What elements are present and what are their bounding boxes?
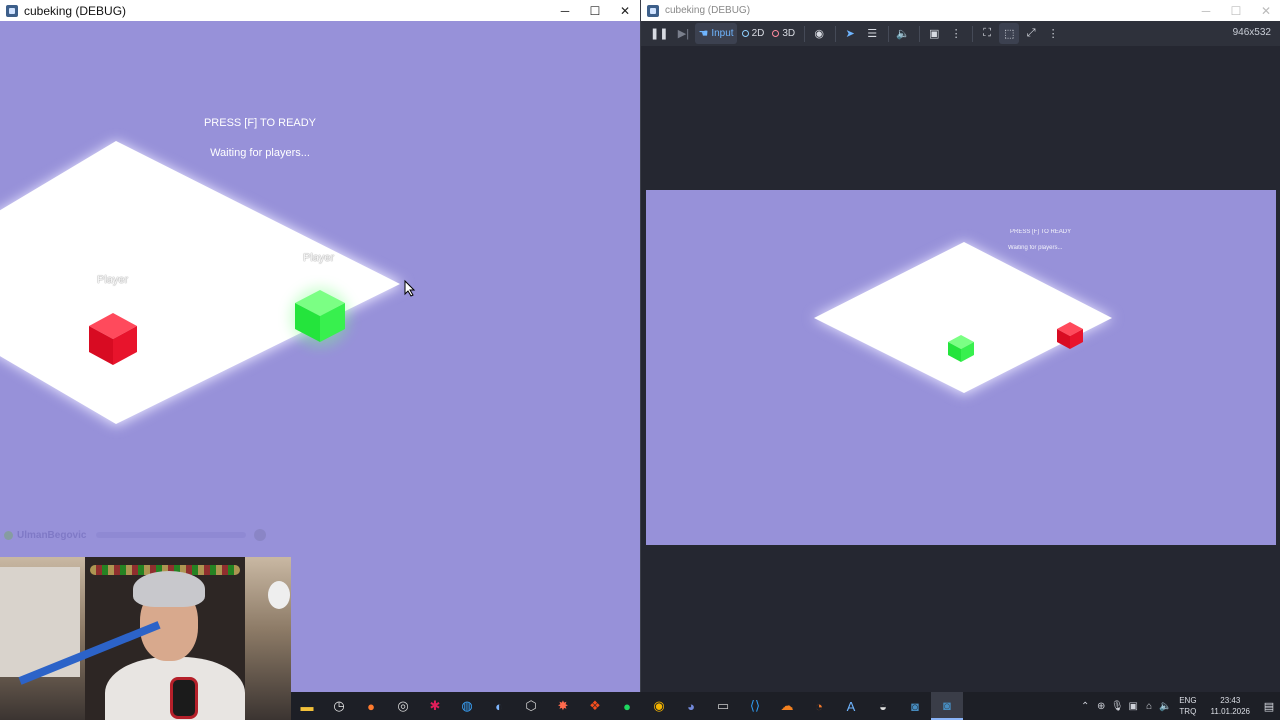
webcam-wall-frame [268, 581, 290, 609]
ring-icon [772, 30, 780, 37]
file-explorer-icon[interactable]: ▬ [291, 692, 323, 720]
clock-app-icon[interactable]: ◷ [323, 692, 355, 720]
maximize-button[interactable]: ☐ [1221, 0, 1251, 21]
keep-aspect-icon[interactable]: ⬚ [999, 23, 1020, 44]
clock-time: 23:43 [1220, 696, 1241, 705]
language-code: ENG [1179, 696, 1197, 705]
chrome-icon[interactable]: ◉ [643, 692, 675, 720]
figma-icon[interactable]: ❖ [579, 692, 611, 720]
player-label-green: Player [952, 313, 970, 319]
discord-icon[interactable]: ◕ [675, 692, 707, 720]
chat-text-placeholder [96, 532, 247, 538]
select-pointer-icon[interactable]: ➤ [840, 23, 860, 44]
microphone-icon[interactable]: 🎙 [1109, 701, 1125, 712]
pause-button[interactable]: ❚❚ [647, 23, 671, 44]
close-button[interactable]: ✕ [1251, 0, 1280, 21]
microphone [170, 677, 198, 719]
toolbar-divider [919, 25, 921, 42]
toolbar-divider [972, 25, 974, 42]
more-options-icon[interactable]: ⋮ [946, 23, 966, 44]
player-label-red: Player [1061, 301, 1079, 307]
network-icon[interactable]: ⌂ [1141, 701, 1157, 712]
speaker-icon[interactable]: 🔈 [893, 23, 913, 44]
clock-date: 11.01.2026 [1210, 707, 1250, 716]
godot-icon[interactable]: ◙ [899, 692, 931, 720]
fit-view-icon[interactable]: ⛶ [977, 23, 997, 44]
list-select-icon[interactable]: ☰ [862, 23, 882, 44]
input-mode-label: Input [711, 28, 734, 39]
green-cube [290, 287, 350, 347]
toolbar-divider [835, 25, 837, 42]
windows-taskbar: ▬ ◷ ● ◎ ✱ ◍ ◐ ⬡ ✸ ❖ ● ◉ ◕ ▭ ⟨⟩ ☁ ◔ A ◒ ◙… [291, 692, 1280, 720]
visibility-eye-icon[interactable]: ◉ [809, 23, 829, 44]
platform [0, 141, 400, 424]
minimize-button[interactable]: ─ [1191, 0, 1221, 21]
affinity-icon[interactable]: ✸ [547, 692, 579, 720]
steam-icon[interactable]: ◐ [483, 692, 515, 720]
game-toolbar: ❚❚ ▶| ☚ Input 2D 3D ◉ ➤ ☰ 🔈 ▣ ⋮ ⛶ ⬚ ⤢ ⋮ … [641, 21, 1280, 46]
camera-icon[interactable]: ▣ [924, 23, 944, 44]
step-frame-button[interactable]: ▶| [673, 23, 693, 44]
godot-game-window-right: cubeking (DEBUG) ─ ☐ ✕ ❚❚ ▶| ☚ Input 2D … [640, 0, 1280, 692]
godot-debug-icon[interactable]: ◙ [931, 692, 963, 720]
user-status-icon [4, 530, 13, 540]
toolbar-divider [888, 25, 890, 42]
window-title: cubeking (DEBUG) [24, 3, 127, 18]
chat-message: UlmanBegovic [4, 529, 267, 541]
clock[interactable]: 23:43 11.01.2026 [1211, 695, 1250, 717]
keyboard-layout: TRQ [1179, 707, 1197, 716]
mode-3d-label: 3D [782, 28, 796, 39]
system-tray: ⌃ ⊕ 🎙 ▣ ⌂ 🔈 ENG TRQ 23:43 11.01.2026 ▤ [1077, 692, 1280, 720]
chat-bubble-icon [254, 529, 267, 541]
godot-app-icon [6, 4, 18, 17]
mouse-cursor [404, 279, 416, 297]
language-indicator[interactable]: ENG TRQ [1179, 695, 1196, 717]
slack-icon[interactable]: ✱ [419, 692, 451, 720]
toolbar-divider [804, 25, 806, 42]
obs-icon[interactable]: ◎ [387, 692, 419, 720]
volume-icon[interactable]: 🔈 [1157, 701, 1173, 712]
input-mode-button[interactable]: ☚ Input [695, 23, 737, 44]
streamer-hair [133, 571, 205, 607]
fullscreen-icon[interactable]: ⤢ [1021, 23, 1041, 44]
player-label-green: Player [303, 252, 335, 264]
menu-more-icon[interactable]: ⋮ [1043, 23, 1063, 44]
ready-prompt: PRESS [F] TO READY [203, 117, 317, 129]
window-titlebar: cubeking (DEBUG) ─ ☐ ✕ [0, 0, 640, 21]
chat-username: UlmanBegovic [17, 529, 87, 541]
security-icon[interactable]: ⊕ [1093, 701, 1109, 712]
resolution-readout: 946x532 [1232, 27, 1271, 38]
firefox-icon[interactable]: ● [355, 692, 387, 720]
webcam-overlay [0, 557, 291, 720]
github-icon[interactable]: ◒ [867, 692, 899, 720]
window-title: cubeking (DEBUG) [665, 5, 751, 16]
mode-2d-label: 2D [751, 28, 765, 39]
cloudflare-icon[interactable]: ☁ [771, 692, 803, 720]
chevron-up-icon[interactable]: ⌃ [1077, 701, 1093, 712]
waiting-status: Waiting for players... [1008, 245, 1063, 251]
window-titlebar: cubeking (DEBUG) ─ ☐ ✕ [641, 0, 1280, 21]
spotify-icon[interactable]: ● [611, 692, 643, 720]
app-a-icon[interactable]: A [835, 692, 867, 720]
ready-prompt: PRESS [F] TO READY [1010, 229, 1072, 235]
display-icon[interactable]: ▣ [1125, 701, 1141, 712]
maximize-button[interactable]: ☐ [580, 0, 610, 21]
notification-icon[interactable]: ▤ [1258, 700, 1280, 713]
terminal-icon[interactable]: ▭ [707, 692, 739, 720]
vscode-icon[interactable]: ⟨⟩ [739, 692, 771, 720]
mode-2d-button[interactable]: 2D [739, 23, 768, 44]
close-button[interactable]: ✕ [610, 0, 640, 21]
input-icon: ☚ [698, 28, 709, 40]
player-label-red: Player [97, 274, 129, 286]
ring-icon [741, 30, 749, 37]
embedded-game-viewport[interactable]: PRESS [F] TO READY Waiting for players..… [646, 190, 1276, 545]
blender-icon[interactable]: ◔ [803, 692, 835, 720]
mode-3d-button[interactable]: 3D [769, 23, 798, 44]
godot-app-icon [647, 4, 659, 17]
minimize-button[interactable]: ─ [550, 0, 580, 21]
waiting-status: Waiting for players... [210, 147, 310, 159]
embedded-game-scene [813, 242, 1113, 395]
signal-icon[interactable]: ◍ [451, 692, 483, 720]
unity-icon[interactable]: ⬡ [515, 692, 547, 720]
